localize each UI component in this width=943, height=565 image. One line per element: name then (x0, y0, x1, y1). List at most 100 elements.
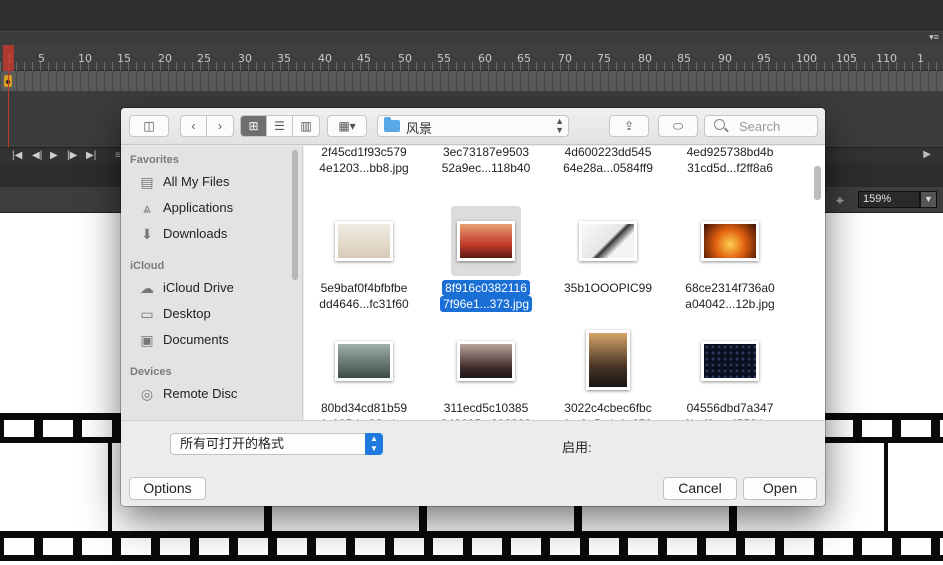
file-thumbnail-frame (329, 206, 399, 276)
file-item[interactable]: 311ecd5c10385343825...808823 (426, 326, 546, 420)
open-button[interactable]: Open (743, 477, 817, 500)
ruler-label: 95 (757, 52, 771, 65)
film-hole (784, 538, 814, 555)
sidebar-item-remote-disc[interactable]: ◎ Remote Disc (137, 382, 297, 406)
ruler-label: 10 (78, 52, 92, 65)
file-name: 04556dbd7a3476bef6c...4558.jpg (670, 400, 790, 420)
zoom-dropdown-icon[interactable]: ▼ (920, 191, 937, 208)
sidebar-item-all-my-files[interactable]: ▤ All My Files (137, 170, 297, 194)
step-back-button[interactable]: ◀| (32, 149, 42, 163)
content-scrollbar[interactable] (814, 166, 821, 200)
zoom-field[interactable]: 159% (858, 191, 920, 208)
ruler-label: 15 (117, 52, 131, 65)
image-thumbnail (457, 221, 515, 261)
file-item[interactable]: 80bd34cd81b594c095d...38e.jpg (304, 326, 424, 420)
documents-icon: ▣ (140, 332, 154, 348)
film-hole (706, 538, 736, 555)
film-hole (589, 538, 619, 555)
file-name: 80bd34cd81b594c095d...38e.jpg (304, 400, 424, 420)
film-hole (4, 538, 34, 555)
list-view-button[interactable]: ☰ (267, 116, 293, 136)
file-name: 311ecd5c10385343825...808823 (426, 400, 546, 420)
sidebar-item-label: iCloud Drive (163, 280, 234, 295)
file-thumbnail-frame (451, 326, 521, 396)
file-name-line2: 4e1203...bb8.jpg (319, 161, 409, 175)
file-thumbnail-frame (573, 326, 643, 396)
image-thumbnail (457, 341, 515, 381)
location-popup[interactable]: 风景 ▲ ▼ (377, 115, 569, 137)
file-name-line1: 4d600223dd545 (564, 146, 652, 159)
timeline-ruler[interactable]: 1510152025303540455055606570758085909510… (0, 45, 943, 71)
center-stage-icon[interactable]: ⌖ (832, 192, 848, 208)
file-item[interactable]: 68ce2314f736a0 a04042...12b.jpg (670, 206, 790, 318)
last-frame-button[interactable]: ▶| (86, 149, 96, 163)
ruler-label: 50 (398, 52, 412, 65)
file-item[interactable]: 35b1OOOPIC99 (548, 206, 668, 318)
file-browser: 2f45cd1f93c579 4e1203...bb8.jpg 3ec73187e9… (304, 146, 825, 420)
sidebar-item-desktop[interactable]: ▭ Desktop (137, 302, 297, 326)
ruler-label: 105 (836, 52, 857, 65)
popup-arrows-icon: ▲ ▼ (555, 116, 564, 135)
tags-button[interactable]: ⬭ (658, 115, 698, 137)
share-button[interactable]: ⇪ (609, 115, 649, 137)
film-hole (628, 538, 658, 555)
downloads-icon: ⬇ (141, 226, 153, 242)
play-button[interactable]: ▶ (50, 149, 58, 163)
sidebar-toggle-button[interactable]: ◫ (129, 115, 169, 137)
film-hole (901, 420, 931, 437)
frame-indicator-icon: ≡ (115, 150, 121, 161)
disc-icon: ◎ (140, 386, 154, 402)
sidebar-section-header: Favorites (130, 154, 179, 166)
location-label: 风景 (406, 121, 433, 136)
film-hole (667, 538, 697, 555)
ruler-label: 35 (277, 52, 291, 65)
ruler-label: 85 (677, 52, 691, 65)
arrange-button[interactable]: ▦▾ (327, 115, 367, 137)
cancel-button[interactable]: Cancel (663, 477, 737, 500)
sidebar-item-label: Applications (163, 200, 234, 215)
folder-icon (384, 117, 400, 132)
image-thumbnail (335, 221, 393, 261)
format-select[interactable]: 所有可打开的格式 ▲ ▼ (170, 433, 383, 455)
timeline-layer-track[interactable] (0, 71, 943, 91)
ruler-label: 25 (197, 52, 211, 65)
file-name: 4d600223dd545 64e28a...0584ff9 (548, 146, 668, 176)
step-forward-button[interactable]: |▶ (67, 149, 77, 163)
desktop-icon: ▭ (140, 306, 154, 322)
scroll-right-icon[interactable]: ▶ (923, 149, 931, 160)
file-name-line1: 80bd34cd81b59 (320, 401, 408, 415)
options-button[interactable]: Options (129, 477, 206, 500)
sidebar-item-documents[interactable]: ▣ Documents (137, 328, 297, 352)
film-hole (121, 538, 151, 555)
file-name-line1: 311ecd5c10385 (443, 401, 529, 415)
tag-icon: ⬭ (672, 119, 684, 133)
playhead[interactable] (3, 45, 14, 71)
sidebar-item-downloads[interactable]: ⬇ Downloads (137, 222, 297, 246)
file-item[interactable]: 8f916c0382116 7f96e1...373.jpg (426, 206, 546, 318)
file-name: 3022c4cbec6fbcfea9e5...l_fw658 (548, 400, 668, 420)
history-nav: ‹ › (180, 115, 234, 137)
ruler-label: 5 (38, 52, 45, 65)
search-input[interactable]: Search (704, 115, 818, 137)
panel-menu-icon[interactable]: ▾≡ (929, 33, 939, 42)
sidebar-item-label: Remote Disc (163, 386, 238, 401)
grid-arrange-icon: ▦▾ (338, 119, 356, 133)
ruler-label: 1 (917, 52, 924, 65)
sidebar-item-applications[interactable]: ⩓ Applications (137, 196, 297, 220)
ruler-label: 55 (437, 52, 451, 65)
sidebar-item-icloud-drive[interactable]: ☁ iCloud Drive (137, 276, 297, 300)
file-thumbnail-frame (329, 326, 399, 396)
ruler-label: 20 (158, 52, 172, 65)
file-name-line1: 8f916c0382116 (442, 280, 530, 296)
back-button[interactable]: ‹ (181, 116, 207, 136)
column-view-button[interactable]: ▥ (293, 116, 319, 136)
file-thumbnail-frame (695, 326, 765, 396)
file-item[interactable]: 04556dbd7a3476bef6c...4558.jpg (670, 326, 790, 420)
icon-view-button[interactable]: ⊞ (241, 116, 267, 136)
ruler-label: 45 (357, 52, 371, 65)
forward-button[interactable]: › (207, 116, 233, 136)
file-item[interactable]: 3022c4cbec6fbcfea9e5...l_fw658 (548, 326, 668, 420)
sidebar-item-label: All My Files (163, 174, 230, 189)
file-item[interactable]: 5e9baf0f4bfbfbe dd4646...fc31f60 (304, 206, 424, 318)
first-frame-button[interactable]: |◀ (12, 149, 22, 163)
